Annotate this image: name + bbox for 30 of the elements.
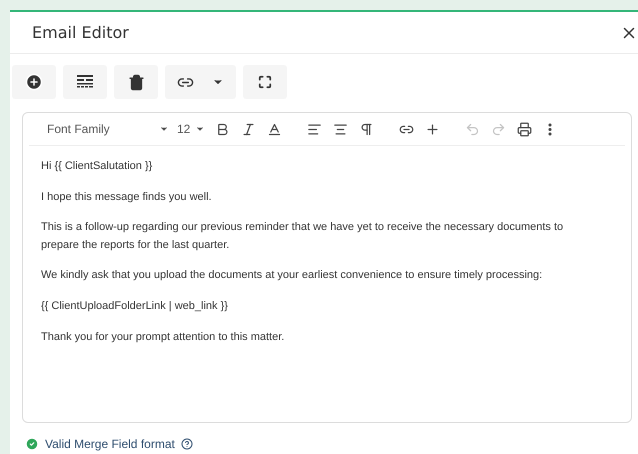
- align-center-icon: [332, 122, 348, 136]
- body-paragraph: We kindly ask that you upload the documents at your earliest convenience to ensure timely processing:: [41, 268, 544, 284]
- link-button[interactable]: [165, 65, 236, 99]
- add-icon: [25, 73, 43, 91]
- dialog-title: Email Editor: [32, 23, 129, 42]
- fullscreen-button[interactable]: [243, 65, 287, 99]
- help-icon[interactable]: [180, 438, 193, 450]
- font-size-icon: [266, 122, 282, 136]
- print-icon: [516, 122, 532, 136]
- undo-icon: [464, 122, 480, 136]
- insert-icon: [424, 122, 440, 136]
- font-size-dropdown[interactable]: 12: [173, 122, 209, 136]
- body-paragraph: {{ ClientUploadFolderLink | web_link }}: [41, 298, 229, 314]
- trash-icon: [128, 74, 144, 90]
- align-left-icon: [306, 122, 322, 136]
- font-family-dropdown[interactable]: Font Family: [43, 122, 173, 136]
- body-paragraph: This is a follow-up regarding our previous reminder that we have yet to receive the necessary documents to prepare the reports for the last quarter.: [41, 220, 564, 253]
- italic-icon: [240, 122, 256, 136]
- body-paragraph: Hi {{ ClientSalutation }}: [41, 159, 154, 174]
- body-paragraph: I hope this message finds you well.: [41, 190, 213, 205]
- merge-field-icon: [77, 75, 93, 89]
- merge-field-button[interactable]: [63, 65, 107, 99]
- redo-icon: [490, 122, 506, 136]
- add-button[interactable]: [12, 65, 56, 99]
- delete-button[interactable]: [114, 65, 158, 99]
- paragraph-icon: [358, 122, 374, 136]
- validation-message: Valid Merge Field format: [45, 437, 175, 451]
- body-paragraph: Thank you for your prompt attention to this matter.: [41, 330, 286, 345]
- more-icon: [548, 122, 552, 136]
- fullscreen-icon: [258, 75, 272, 89]
